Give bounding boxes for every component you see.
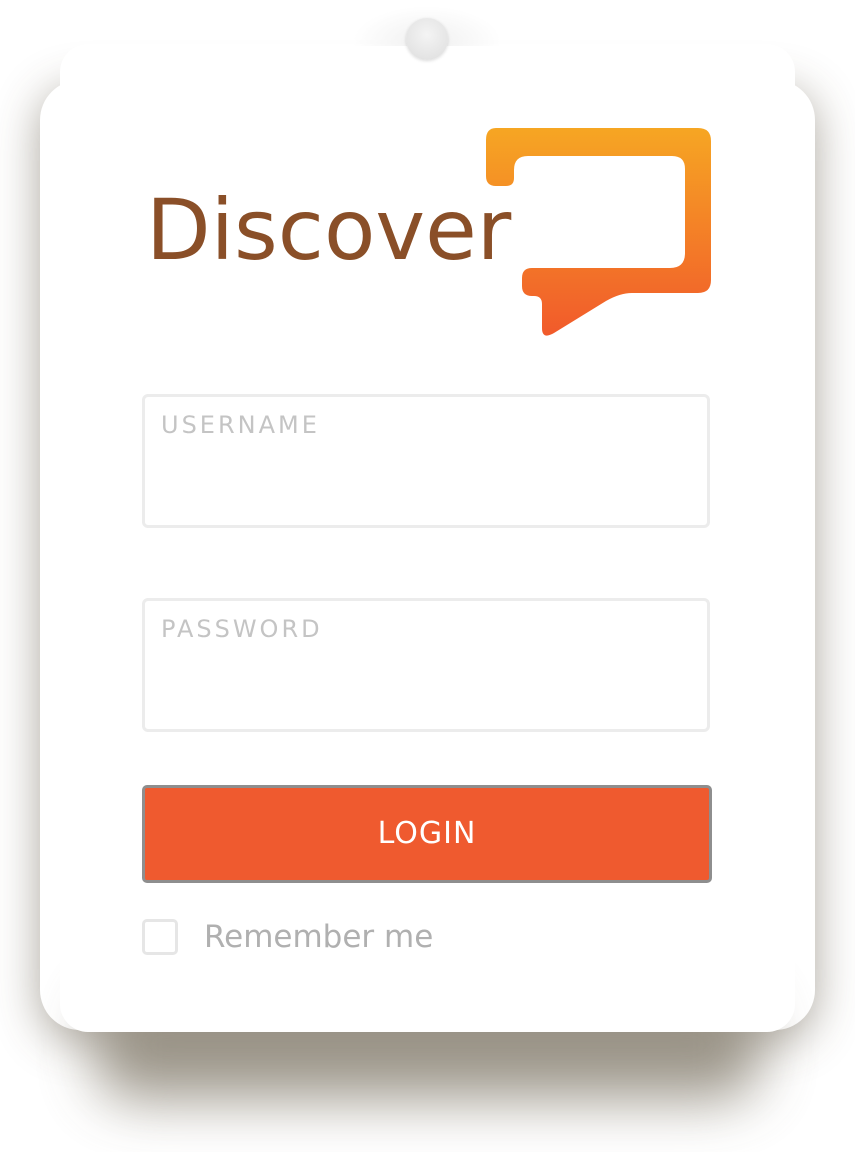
remember-me-label[interactable]: Remember me <box>204 919 433 955</box>
speech-bubble-icon <box>486 128 711 336</box>
hang-hole-icon <box>406 18 448 60</box>
password-field[interactable]: PASSWORD <box>142 598 710 732</box>
password-input[interactable] <box>145 601 707 729</box>
brand-logo: Discover <box>140 128 715 348</box>
username-input[interactable] <box>145 397 707 525</box>
remember-me-checkbox[interactable] <box>142 919 178 955</box>
username-field[interactable]: USERNAME <box>142 394 710 528</box>
remember-me-row[interactable]: Remember me <box>142 915 433 959</box>
login-screen: Discover USERNAME PASSWORD LOGIN Remembe… <box>0 0 855 1152</box>
login-button[interactable]: LOGIN <box>142 785 712 883</box>
brand-wordmark: Discover <box>146 181 512 279</box>
